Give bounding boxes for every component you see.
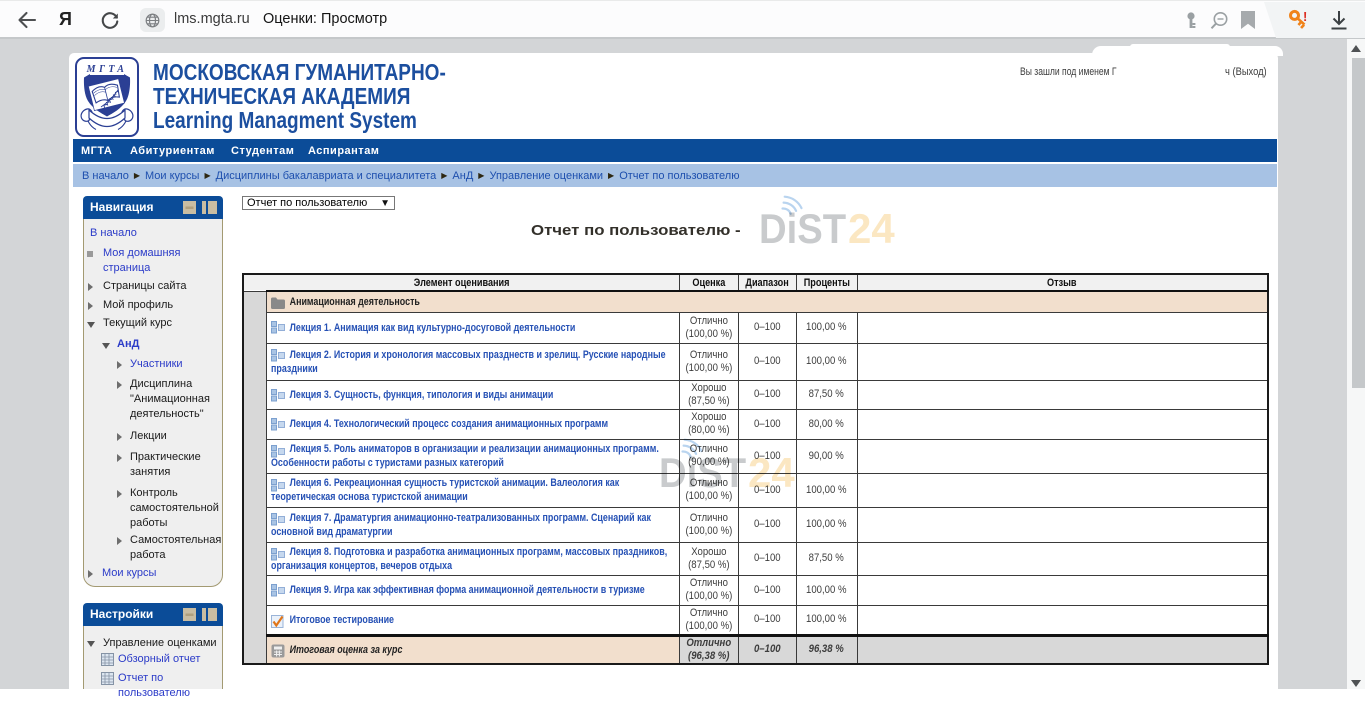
svg-text:МГТА: МГТА — [86, 64, 128, 75]
svg-text:!: ! — [1303, 9, 1307, 24]
